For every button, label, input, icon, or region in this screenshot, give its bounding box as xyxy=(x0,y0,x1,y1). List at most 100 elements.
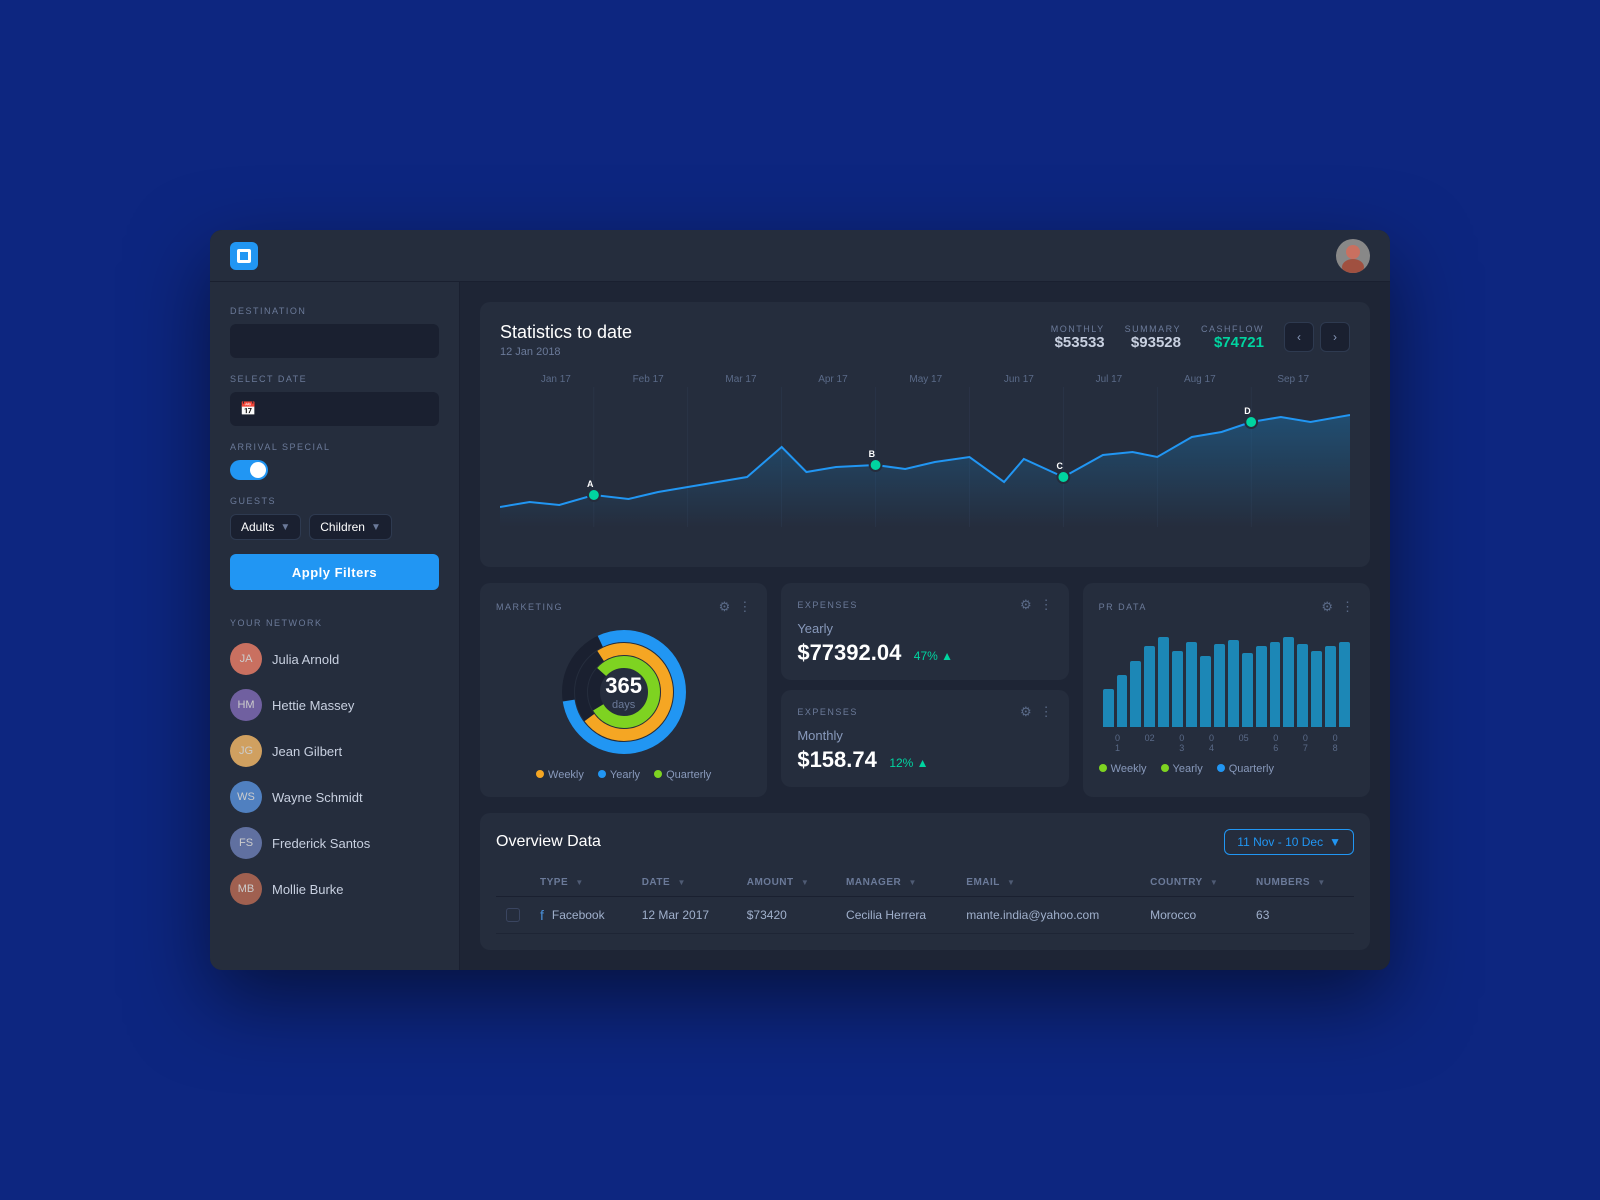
col-type[interactable]: TYPE ▼ xyxy=(530,869,632,897)
svg-text:C: C xyxy=(1056,461,1063,471)
yearly-expense-header: EXPENSES ⚙ ⋮ xyxy=(797,597,1052,613)
network-item[interactable]: FS Frederick Santos xyxy=(230,820,439,866)
svg-text:D: D xyxy=(1244,406,1251,416)
col-email[interactable]: EMAIL ▼ xyxy=(956,869,1140,897)
col-manager[interactable]: MANAGER ▼ xyxy=(836,869,956,897)
marketing-header: MARKETING ⚙ ⋮ xyxy=(496,599,751,615)
row-checkbox xyxy=(496,897,530,934)
network-item[interactable]: MB Mollie Burke xyxy=(230,866,439,912)
facebook-icon: f xyxy=(540,907,544,923)
arrival-toggle[interactable] xyxy=(230,460,268,480)
children-chevron-icon: ▼ xyxy=(371,522,381,533)
chart-label-jan: Jan 17 xyxy=(541,374,571,385)
monthly-expense-actions: ⚙ ⋮ xyxy=(1020,704,1053,720)
yearly-settings-icon[interactable]: ⚙ xyxy=(1020,597,1032,613)
children-select[interactable]: Children ▼ xyxy=(309,514,392,540)
stats-title: Statistics to date xyxy=(500,322,632,343)
destination-input[interactable] xyxy=(230,324,439,358)
monthly-amount-row: $158.74 12% ▲ xyxy=(797,747,1052,773)
yearly-expense-title: EXPENSES xyxy=(797,600,858,610)
bar-item xyxy=(1228,640,1239,727)
date-range-button[interactable]: 11 Nov - 10 Dec ▼ xyxy=(1224,829,1354,855)
table-row: fFacebook 12 Mar 2017 $73420 Cecilia Her… xyxy=(496,897,1354,934)
col-amount[interactable]: AMOUNT ▼ xyxy=(737,869,836,897)
yearly-more-icon[interactable]: ⋮ xyxy=(1040,597,1053,613)
pr-more-icon[interactable]: ⋮ xyxy=(1341,599,1354,615)
yearly-period: Yearly xyxy=(797,621,1052,636)
overview-card: Overview Data 11 Nov - 10 Dec ▼ TYPE ▼ D… xyxy=(480,813,1370,950)
network-item[interactable]: WS Wayne Schmidt xyxy=(230,774,439,820)
legend-yearly: Yearly xyxy=(598,769,640,781)
toggle-row xyxy=(230,460,439,480)
monthly-settings-icon[interactable]: ⚙ xyxy=(1020,704,1032,720)
prev-button[interactable]: ‹ xyxy=(1284,322,1314,352)
adults-select[interactable]: Adults ▼ xyxy=(230,514,301,540)
monthly-change: 12% ▲ xyxy=(889,756,928,770)
donut-subtitle: days xyxy=(605,699,642,711)
bar-chart xyxy=(1099,627,1354,727)
date-input[interactable] xyxy=(230,392,439,426)
bar-item xyxy=(1283,637,1294,727)
main-content: DESTINATION SELECT DATE 📅 ARRIVAL SPECIA… xyxy=(210,282,1390,970)
date-wrapper: 📅 xyxy=(230,392,439,426)
next-button[interactable]: › xyxy=(1320,322,1350,352)
donut-legend: Weekly Yearly Quarterly xyxy=(536,769,711,781)
row-email: mante.india@yahoo.com xyxy=(956,897,1140,934)
bar-item xyxy=(1270,642,1281,727)
monthly-expense-title: EXPENSES xyxy=(797,707,858,717)
bar-item xyxy=(1297,644,1308,727)
marketing-actions: ⚙ ⋮ xyxy=(719,599,752,615)
network-item[interactable]: JG Jean Gilbert xyxy=(230,728,439,774)
bar-item xyxy=(1339,642,1350,727)
legend-weekly: Weekly xyxy=(536,769,584,781)
network-item[interactable]: JA Julia Arnold xyxy=(230,636,439,682)
marketing-settings-icon[interactable]: ⚙ xyxy=(719,599,731,615)
col-date[interactable]: DATE ▼ xyxy=(632,869,737,897)
monthly-more-icon[interactable]: ⋮ xyxy=(1040,704,1053,720)
logo[interactable] xyxy=(230,242,258,270)
bar-item xyxy=(1242,653,1253,727)
network-list: JA Julia Arnold HM Hettie Massey JG Jean… xyxy=(230,636,439,912)
bottom-grid: MARKETING ⚙ ⋮ xyxy=(480,583,1370,797)
row-type: fFacebook xyxy=(530,897,632,934)
yearly-expense-actions: ⚙ ⋮ xyxy=(1020,597,1053,613)
apply-filters-button[interactable]: Apply Filters xyxy=(230,554,439,590)
pr-quarterly: Quarterly xyxy=(1217,763,1274,775)
col-numbers[interactable]: NUMBERS ▼ xyxy=(1246,869,1354,897)
network-avatar: WS xyxy=(230,781,262,813)
row-numbers: 63 xyxy=(1246,897,1354,934)
sidebar: DESTINATION SELECT DATE 📅 ARRIVAL SPECIA… xyxy=(210,282,460,970)
bar-item xyxy=(1325,646,1336,727)
summary-label: SUMMARY xyxy=(1125,324,1181,334)
legend-quarterly: Quarterly xyxy=(654,769,711,781)
checkbox[interactable] xyxy=(506,908,520,922)
yearly-amount: $77392.04 xyxy=(797,640,901,665)
summary-value: $93528 xyxy=(1125,334,1181,351)
bar-item xyxy=(1144,646,1155,727)
monthly-amount: $158.74 xyxy=(797,747,877,772)
row-manager: Cecilia Herrera xyxy=(836,897,956,934)
cashflow-metric: CASHFLOW $74721 xyxy=(1201,324,1264,351)
top-bar xyxy=(210,230,1390,282)
marketing-more-icon[interactable]: ⋮ xyxy=(738,599,751,615)
user-avatar[interactable] xyxy=(1336,239,1370,273)
network-item[interactable]: HM Hettie Massey xyxy=(230,682,439,728)
network-name: Frederick Santos xyxy=(272,836,370,851)
summary-metric: SUMMARY $93528 xyxy=(1125,324,1181,351)
monthly-expense-header: EXPENSES ⚙ ⋮ xyxy=(797,704,1052,720)
bar-item xyxy=(1158,637,1169,727)
network-avatar: MB xyxy=(230,873,262,905)
bar-item xyxy=(1103,689,1114,727)
chart-label-feb: Feb 17 xyxy=(633,374,664,385)
yearly-expense-card: EXPENSES ⚙ ⋮ Yearly $77392.04 47% ▲ xyxy=(781,583,1068,680)
col-country[interactable]: COUNTRY ▼ xyxy=(1140,869,1246,897)
marketing-title: MARKETING xyxy=(496,602,563,612)
bar-item xyxy=(1172,651,1183,727)
chart-area: A B C D xyxy=(500,387,1350,547)
network-name: Hettie Massey xyxy=(272,698,354,713)
pr-settings-icon[interactable]: ⚙ xyxy=(1321,599,1333,615)
network-name: Julia Arnold xyxy=(272,652,339,667)
bar-item xyxy=(1256,646,1267,727)
bar-labels: 01 02 03 04 05 06 07 08 xyxy=(1099,733,1354,753)
monthly-expense-card: EXPENSES ⚙ ⋮ Monthly $158.74 12% ▲ xyxy=(781,690,1068,787)
